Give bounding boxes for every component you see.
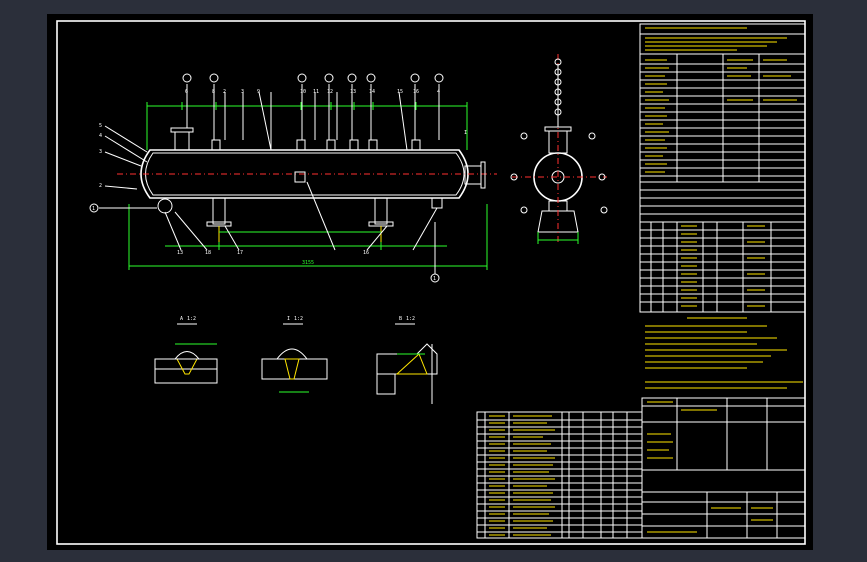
svg-text:4: 4 bbox=[99, 133, 102, 139]
svg-text:B: B bbox=[399, 316, 402, 322]
bill-of-materials bbox=[476, 411, 643, 539]
svg-text:5: 5 bbox=[99, 123, 102, 129]
svg-text:12: 12 bbox=[327, 89, 333, 95]
top-balloons bbox=[182, 73, 444, 151]
bottom-nozzle-right bbox=[431, 197, 443, 209]
side-balloons bbox=[510, 58, 608, 214]
svg-text:1:2: 1:2 bbox=[406, 316, 415, 322]
svg-text:2: 2 bbox=[223, 89, 226, 95]
svg-text:16: 16 bbox=[413, 89, 419, 95]
svg-text:3: 3 bbox=[241, 89, 244, 95]
bottom-nozzle-left bbox=[157, 198, 173, 214]
svg-text:4: 4 bbox=[437, 89, 440, 95]
title-block bbox=[641, 397, 806, 539]
svg-text:18: 18 bbox=[205, 250, 211, 256]
svg-text:16: 16 bbox=[363, 250, 369, 256]
svg-text:11: 11 bbox=[313, 89, 319, 95]
svg-text:3: 3 bbox=[99, 149, 102, 155]
detail-mark-right: I bbox=[464, 130, 467, 136]
svg-text:8: 8 bbox=[212, 89, 215, 95]
svg-text:9: 9 bbox=[257, 89, 260, 95]
svg-text:1:2: 1:2 bbox=[187, 316, 196, 322]
top-nozzles bbox=[170, 127, 421, 151]
top-dimension-chain bbox=[146, 102, 468, 150]
svg-text:I: I bbox=[287, 316, 290, 322]
vessel-side-view bbox=[510, 54, 608, 244]
svg-text:17: 17 bbox=[237, 250, 243, 256]
vessel-elevation-view: 3155 6 8 2 3 9 10 11 12 13 14 15 16 4 5 … bbox=[89, 73, 497, 283]
technical-notes bbox=[645, 317, 803, 389]
top-balloon-numbers: 6 8 2 3 9 10 11 12 13 14 15 16 4 bbox=[185, 89, 440, 95]
technical-spec-block bbox=[639, 23, 806, 183]
svg-text:2: 2 bbox=[99, 183, 102, 189]
svg-text:6: 6 bbox=[185, 89, 188, 95]
nozzle-table bbox=[639, 181, 806, 313]
svg-text:15: 15 bbox=[397, 89, 403, 95]
svg-text:14: 14 bbox=[369, 89, 375, 95]
drawing-window: 3155 6 8 2 3 9 10 11 12 13 14 15 16 4 5 … bbox=[0, 0, 867, 562]
svg-text:13: 13 bbox=[177, 250, 183, 256]
svg-text:10: 10 bbox=[300, 89, 306, 95]
svg-text:1:2: 1:2 bbox=[294, 316, 303, 322]
weld-detail-I: I 1:2 bbox=[261, 316, 328, 393]
pressure-vessel-drawing: 3155 6 8 2 3 9 10 11 12 13 14 15 16 4 5 … bbox=[56, 20, 806, 545]
svg-text:1: 1 bbox=[433, 276, 436, 282]
overall-length-label: 3155 bbox=[302, 260, 314, 266]
saddle-supports bbox=[206, 197, 394, 242]
flange-right bbox=[480, 161, 486, 189]
svg-text:13: 13 bbox=[350, 89, 356, 95]
drawing-canvas: 3155 6 8 2 3 9 10 11 12 13 14 15 16 4 5 … bbox=[47, 14, 813, 550]
weld-detail-A: A 1:2 bbox=[154, 316, 218, 384]
svg-text:A: A bbox=[180, 316, 183, 322]
weld-detail-B: B 1:2 bbox=[376, 316, 438, 404]
svg-text:1: 1 bbox=[92, 206, 95, 212]
